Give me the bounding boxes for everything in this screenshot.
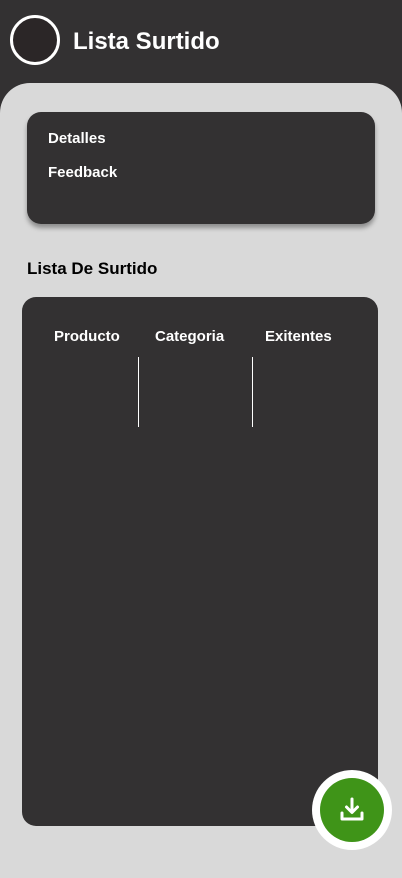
column-header-producto[interactable]: Producto (54, 328, 120, 346)
column-header-categoria[interactable]: Categoria (155, 328, 224, 346)
assortment-table: Producto Categoria Exitentes (22, 297, 378, 826)
section-title: Lista De Surtido (27, 259, 158, 278)
menu-item-detalles[interactable]: Detalles (48, 130, 106, 148)
app-header: Lista Surtido (0, 0, 402, 84)
download-button-fill (320, 778, 384, 842)
menu-card: Detalles Feedback (27, 112, 375, 224)
page-title: Lista Surtido (73, 28, 220, 55)
avatar[interactable] (10, 15, 60, 65)
column-divider (138, 357, 139, 427)
column-header-existentes[interactable]: Exitentes (265, 328, 332, 346)
download-button[interactable] (312, 770, 392, 850)
menu-item-feedback[interactable]: Feedback (48, 164, 117, 182)
main-content: Detalles Feedback Lista De Surtido Produ… (0, 83, 402, 878)
column-divider (252, 357, 253, 427)
download-icon (340, 797, 364, 821)
